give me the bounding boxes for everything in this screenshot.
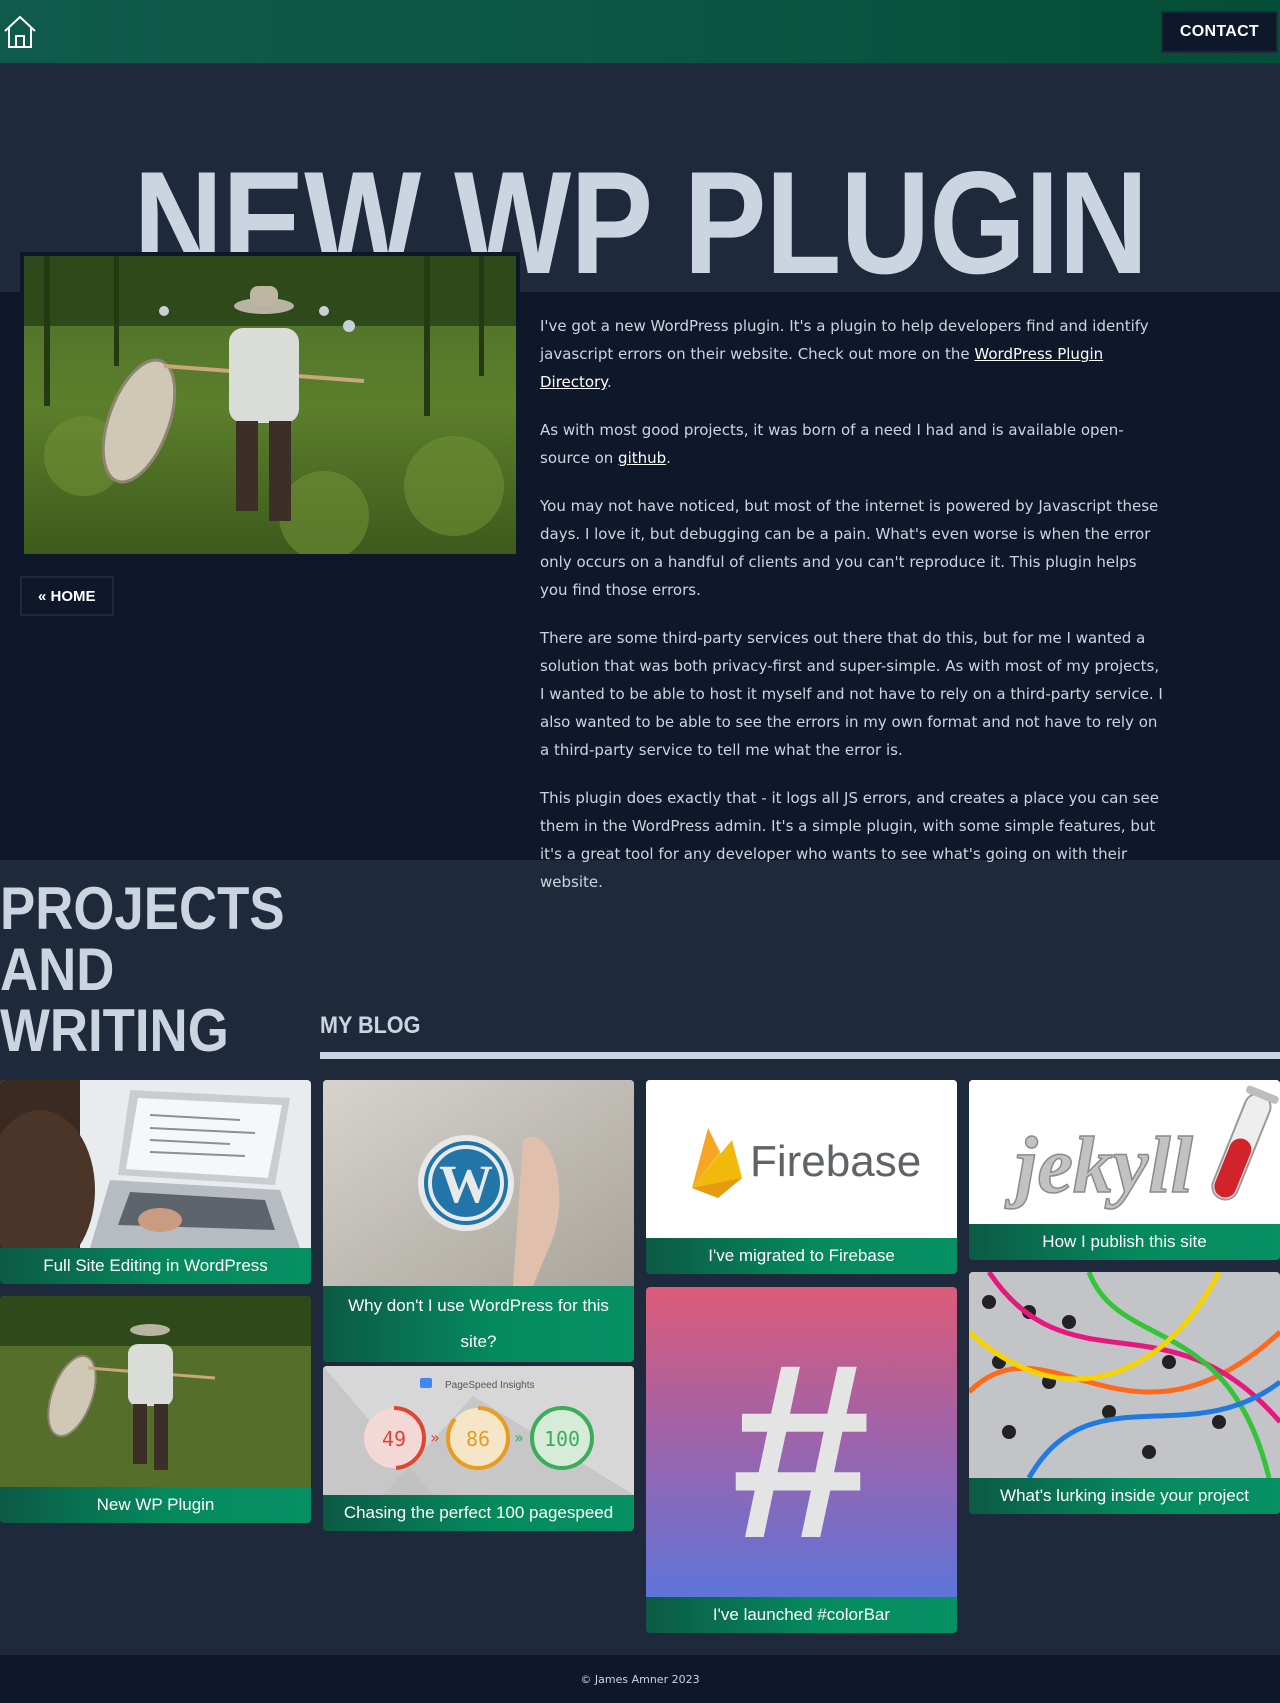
blog-heading: MY BLOG — [320, 1012, 421, 1039]
pagespeed-title: PageSpeed Insights — [445, 1380, 535, 1391]
svg-text:»: » — [430, 1428, 440, 1447]
wordpress-logo-photo: W — [323, 1080, 634, 1286]
article-paragraph: There are some third-party services out … — [540, 629, 1163, 759]
card-image — [969, 1272, 1280, 1478]
home-icon[interactable] — [2, 14, 38, 50]
card-image: PageSpeed Insights 49 » 86 » 100 — [323, 1366, 634, 1495]
svg-text:86: 86 — [466, 1427, 490, 1451]
modular-synth-cables-photo — [969, 1272, 1280, 1478]
card-title: Why don't I use WordPress for this site? — [323, 1286, 634, 1362]
svg-text:»: » — [514, 1428, 524, 1447]
firebase-logo: Firebase — [646, 1080, 957, 1238]
github-link[interactable]: github — [618, 449, 666, 467]
article-paragraph: You may not have noticed, but most of th… — [540, 497, 1159, 599]
blog-card-why-not-wordpress[interactable]: W Why don't I use WordPress for this sit… — [323, 1080, 634, 1362]
card-image — [0, 1080, 311, 1248]
blog-divider — [320, 1052, 1280, 1059]
card-title: Chasing the perfect 100 pagespeed — [323, 1495, 634, 1531]
blog-card-new-wp-plugin[interactable]: New WP Plugin — [0, 1296, 311, 1523]
svg-text:jekyll: jekyll — [1004, 1122, 1193, 1210]
article-body: I've got a new WordPress plugin. It's a … — [540, 312, 1165, 916]
card-title: New WP Plugin — [0, 1487, 311, 1523]
card-image: jekyll — [969, 1080, 1280, 1224]
card-title: I've launched #colorBar — [646, 1597, 957, 1633]
card-image: # — [646, 1287, 957, 1597]
card-title: What's lurking inside your project — [969, 1478, 1280, 1514]
article-paragraph: I've got a new WordPress plugin. It's a … — [540, 317, 1149, 391]
laptop-photo — [0, 1080, 311, 1248]
blog-card-pagespeed[interactable]: PageSpeed Insights 49 » 86 » 100 Chasing… — [323, 1366, 634, 1531]
butterfly-net-photo — [24, 256, 516, 554]
svg-text:Firebase: Firebase — [750, 1137, 921, 1186]
blog-card-firebase[interactable]: Firebase I've migrated to Firebase — [646, 1080, 957, 1274]
svg-text:W: W — [439, 1154, 493, 1214]
copyright: © James Amner 2023 — [580, 1672, 700, 1686]
blog-card-full-site-editing[interactable]: Full Site Editing in WordPress — [0, 1080, 311, 1284]
article-hero-image — [20, 252, 520, 558]
jekyll-logo: jekyll — [969, 1080, 1280, 1224]
card-title: Full Site Editing in WordPress — [0, 1248, 311, 1284]
top-bar: CONTACT — [0, 0, 1280, 64]
projects-heading: PROJECTS AND WRITING — [0, 875, 285, 1064]
article-paragraph: As with most good projects, it was born … — [540, 421, 1124, 467]
butterfly-net-photo — [0, 1296, 311, 1487]
article: « HOME I've got a new WordPress plugin. … — [0, 252, 1280, 891]
blog-card-lurking[interactable]: What's lurking inside your project — [969, 1272, 1280, 1514]
card-image — [0, 1296, 311, 1487]
home-button[interactable]: « HOME — [20, 576, 114, 616]
projects-section: PROJECTS AND WRITING MY BLOG Full Site E… — [0, 860, 1280, 1655]
svg-text:#: # — [731, 1311, 870, 1590]
footer: © James Amner 2023 — [0, 1655, 1280, 1703]
blog-card-colorbar[interactable]: # I've launched #colorBar — [646, 1287, 957, 1633]
card-image: W — [323, 1080, 634, 1286]
contact-button[interactable]: CONTACT — [1160, 11, 1278, 53]
card-title: How I publish this site — [969, 1224, 1280, 1260]
card-title: I've migrated to Firebase — [646, 1238, 957, 1274]
svg-text:100: 100 — [544, 1427, 580, 1451]
card-image: Firebase — [646, 1080, 957, 1238]
hash-icon: # — [731, 1311, 870, 1590]
blog-card-publish[interactable]: jekyll How I publish this site — [969, 1080, 1280, 1260]
svg-text:49: 49 — [382, 1427, 406, 1451]
pagespeed-scores-image: PageSpeed Insights 49 » 86 » 100 — [323, 1366, 634, 1495]
